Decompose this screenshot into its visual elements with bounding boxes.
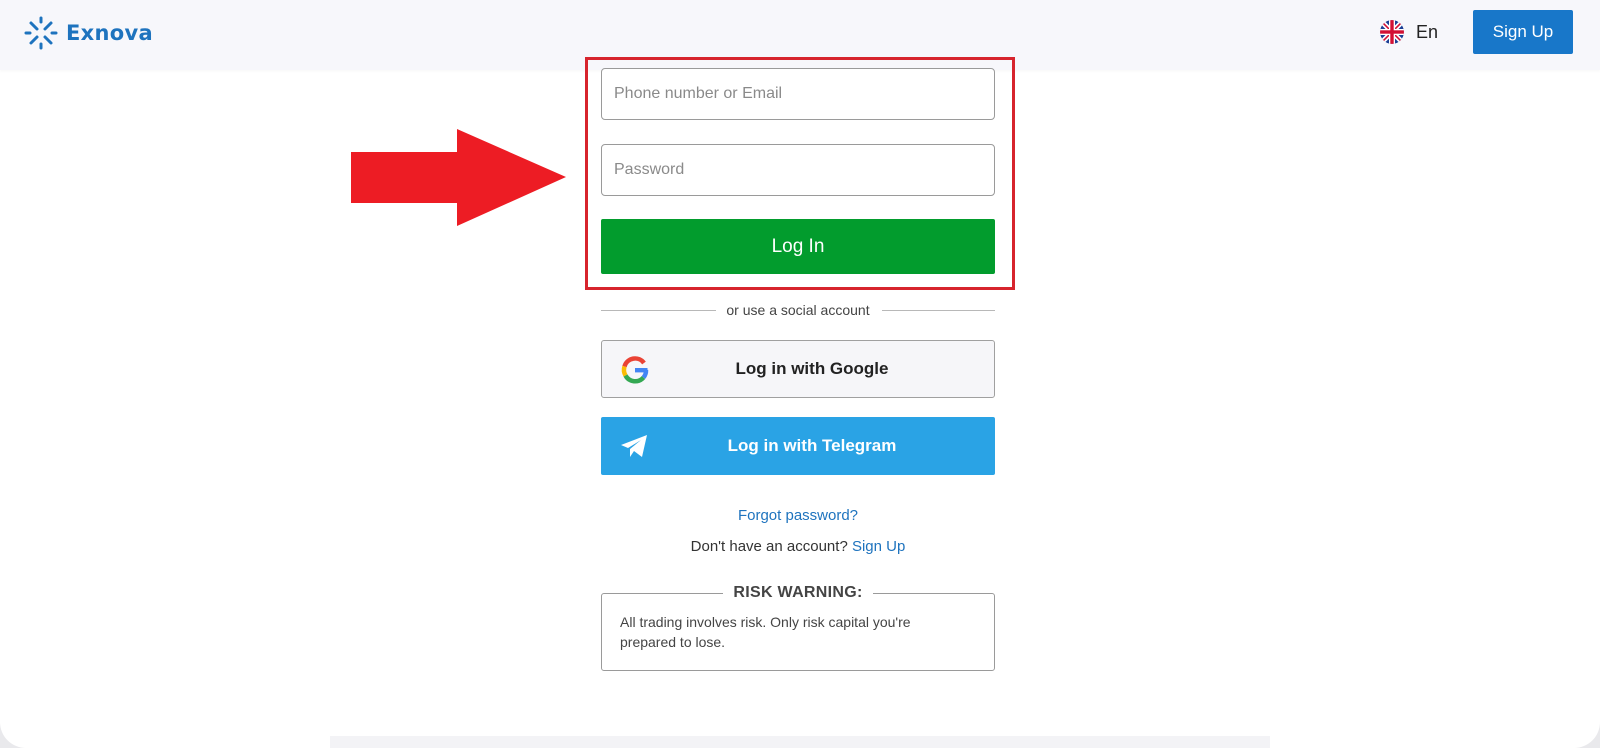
no-account-text: Don't have an account? [690,538,848,555]
risk-warning-text: All trading involves risk. Only risk cap… [620,614,911,650]
google-login-label: Log in with Google [735,359,889,378]
language-selector[interactable]: En [1380,20,1438,44]
password-input[interactable] [601,144,995,196]
red-arrow-icon [351,129,566,226]
forgot-password-link[interactable]: Forgot password? [601,507,995,524]
signup-link[interactable]: Sign Up [852,538,905,555]
telegram-login-label: Log in with Telegram [727,436,897,455]
login-page: Exnova En Sign Up Log [0,0,1600,748]
language-label: En [1416,21,1439,42]
divider-text: or use a social account [726,302,870,318]
telegram-icon [621,435,647,457]
exnova-logo-icon [24,16,58,50]
footer-edge [330,736,1270,748]
identifier-input[interactable] [601,68,995,120]
google-icon [621,356,649,384]
top-bar: Exnova En Sign Up [0,0,1600,70]
risk-warning-title-wrap: RISK WARNING: [601,584,995,602]
signup-prompt: Don't have an account? Sign Up [601,538,995,555]
login-button[interactable]: Log In [601,219,995,274]
risk-warning-box: All trading involves risk. Only risk cap… [601,593,995,671]
risk-warning-title: RISK WARNING: [723,584,873,601]
header-signup-button[interactable]: Sign Up [1473,10,1573,54]
google-login-button[interactable]: Log in with Google [601,340,995,398]
logo[interactable]: Exnova [24,16,153,50]
logo-text: Exnova [66,21,153,45]
uk-flag-icon [1380,20,1404,44]
telegram-login-button[interactable]: Log in with Telegram [601,417,995,475]
